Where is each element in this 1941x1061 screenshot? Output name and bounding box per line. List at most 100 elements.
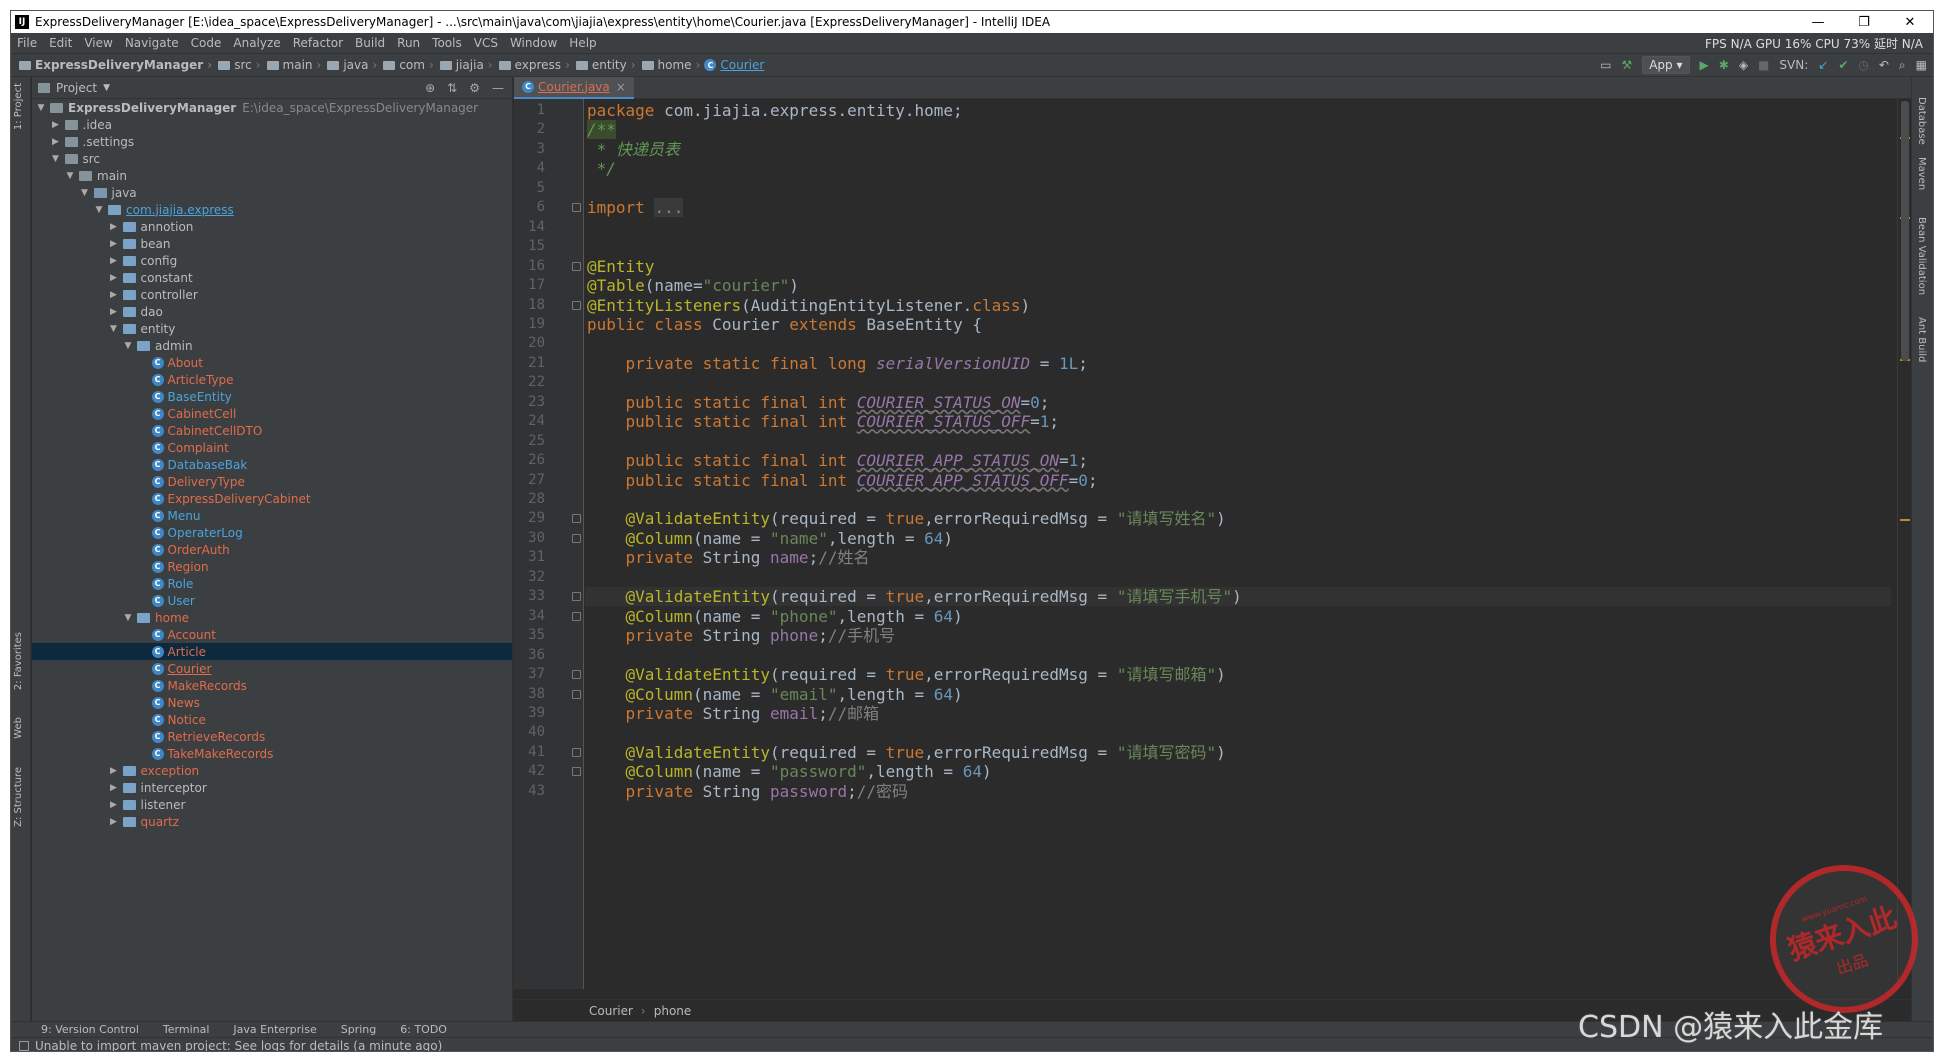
fold-marker-icon[interactable] bbox=[572, 300, 581, 310]
code-line[interactable]: @Entity bbox=[585, 257, 1891, 276]
collapsed-arrow-icon[interactable]: ▶ bbox=[109, 783, 119, 793]
fold-marker-icon[interactable] bbox=[572, 533, 581, 543]
breadcrumb-entity[interactable]: entity › bbox=[574, 58, 636, 72]
code-line[interactable]: public static final int COURIER_STATUS_O… bbox=[585, 393, 1891, 412]
bottom-tab-9-version-control[interactable]: 9: Version Control bbox=[41, 1023, 139, 1036]
bottom-tab-6-todo[interactable]: 6: TODO bbox=[400, 1023, 447, 1036]
run-icon[interactable]: ▶ bbox=[1700, 58, 1709, 72]
menu-item-window[interactable]: Window bbox=[504, 36, 563, 50]
tree-item-config[interactable]: ▶ config bbox=[32, 252, 512, 269]
menu-item-help[interactable]: Help bbox=[563, 36, 602, 50]
tree-item-menu[interactable]: C Menu bbox=[32, 507, 512, 524]
fold-marker-icon[interactable] bbox=[572, 203, 581, 213]
code-line[interactable] bbox=[585, 432, 1891, 451]
tree-item--idea[interactable]: ▶ .idea bbox=[32, 116, 512, 133]
project-title[interactable]: Project bbox=[56, 81, 97, 95]
gear-icon[interactable]: ⚙ bbox=[469, 81, 480, 95]
fold-marker-icon[interactable] bbox=[572, 689, 581, 699]
tree-item-listener[interactable]: ▶ listener bbox=[32, 796, 512, 813]
coverage-icon[interactable]: ◈ bbox=[1739, 58, 1748, 72]
breadcrumb-src[interactable]: src › bbox=[216, 58, 261, 72]
tree-item-operaterlog[interactable]: C OperaterLog bbox=[32, 524, 512, 541]
code-line[interactable]: private String name;//姓名 bbox=[585, 548, 1891, 567]
collapsed-arrow-icon[interactable]: ▶ bbox=[109, 256, 119, 266]
breadcrumb-courier[interactable]: C Courier bbox=[704, 58, 764, 72]
menu-item-view[interactable]: View bbox=[78, 36, 118, 50]
code-line[interactable] bbox=[585, 646, 1891, 665]
code-line[interactable]: @ValidateEntity(required = true,errorReq… bbox=[585, 665, 1891, 684]
tool-tab-3[interactable]: Z: Structure bbox=[13, 767, 24, 827]
fold-marker-icon[interactable] bbox=[572, 592, 581, 602]
status-square-icon[interactable] bbox=[19, 1040, 29, 1051]
stop-icon[interactable]: ■ bbox=[1758, 58, 1769, 72]
fold-marker-icon[interactable] bbox=[572, 670, 581, 680]
code-line[interactable]: @Table(name="courier") bbox=[585, 276, 1891, 295]
tree-item-entity[interactable]: ▼ entity bbox=[32, 320, 512, 337]
chevron-down-icon[interactable]: ▼ bbox=[103, 83, 110, 93]
code-line[interactable] bbox=[585, 568, 1891, 587]
fold-marker-icon[interactable] bbox=[572, 261, 581, 271]
warning-marker[interactable] bbox=[1900, 519, 1910, 521]
tree-item-user[interactable]: C User bbox=[32, 592, 512, 609]
collapsed-arrow-icon[interactable]: ▶ bbox=[109, 273, 119, 283]
window-icon[interactable]: ▭ bbox=[1600, 58, 1611, 72]
run-config-select[interactable]: App ▾ bbox=[1642, 56, 1690, 74]
tree-item-home[interactable]: ▼ home bbox=[32, 609, 512, 626]
tree-item-java[interactable]: ▼ java bbox=[32, 184, 512, 201]
tree-item-admin[interactable]: ▼ admin bbox=[32, 337, 512, 354]
code-line[interactable] bbox=[585, 218, 1891, 237]
collapsed-arrow-icon[interactable]: ▶ bbox=[51, 137, 61, 147]
code-line[interactable] bbox=[585, 334, 1891, 353]
code-line[interactable] bbox=[585, 179, 1891, 198]
tree-item-dao[interactable]: ▶ dao bbox=[32, 303, 512, 320]
expanded-arrow-icon[interactable]: ▼ bbox=[109, 324, 119, 334]
side-tab-0[interactable]: Database bbox=[1916, 97, 1927, 145]
side-tab-2[interactable]: Bean Validation bbox=[1916, 217, 1927, 295]
code-line[interactable] bbox=[585, 237, 1891, 256]
tree-item-src[interactable]: ▼ src bbox=[32, 150, 512, 167]
code-line[interactable] bbox=[585, 490, 1891, 509]
menu-item-build[interactable]: Build bbox=[349, 36, 391, 50]
tree-item-baseentity[interactable]: C BaseEntity bbox=[32, 388, 512, 405]
code-line[interactable]: private static final long serialVersionU… bbox=[585, 354, 1891, 373]
tree-item-databasebak[interactable]: C DatabaseBak bbox=[32, 456, 512, 473]
code-line[interactable]: public static final int COURIER_APP_STAT… bbox=[585, 451, 1891, 470]
tree-item-main[interactable]: ▼ main bbox=[32, 167, 512, 184]
collapsed-arrow-icon[interactable]: ▶ bbox=[109, 766, 119, 776]
side-tab-3[interactable]: Ant Build bbox=[1916, 317, 1927, 362]
collapsed-arrow-icon[interactable]: ▶ bbox=[109, 222, 119, 232]
tree-item-expressdeliverymanager[interactable]: ▼ ExpressDeliveryManager E:\idea_space\Exp… bbox=[32, 99, 512, 116]
fold-marker-icon[interactable] bbox=[572, 514, 581, 524]
tree-item-about[interactable]: C About bbox=[32, 354, 512, 371]
code-line[interactable]: @EntityListeners(AuditingEntityListener.… bbox=[585, 296, 1891, 315]
collapsed-arrow-icon[interactable]: ▶ bbox=[109, 307, 119, 317]
menu-item-file[interactable]: File bbox=[11, 36, 43, 50]
bottom-tab-spring[interactable]: Spring bbox=[341, 1023, 377, 1036]
breadcrumb-expressdeliverymanager[interactable]: ExpressDeliveryManager › bbox=[17, 58, 212, 72]
tree-item-constant[interactable]: ▶ constant bbox=[32, 269, 512, 286]
code-line[interactable]: @ValidateEntity(required = true,errorReq… bbox=[585, 743, 1891, 762]
expanded-arrow-icon[interactable]: ▼ bbox=[36, 103, 46, 113]
collapsed-arrow-icon[interactable]: ▶ bbox=[51, 120, 61, 130]
code-line[interactable]: public class Courier extends BaseEntity … bbox=[585, 315, 1891, 334]
tree-item-complaint[interactable]: C Complaint bbox=[32, 439, 512, 456]
history-icon[interactable]: ◷ bbox=[1858, 58, 1868, 72]
tree-item-news[interactable]: C News bbox=[32, 694, 512, 711]
side-tab-1[interactable]: Maven bbox=[1916, 157, 1927, 190]
code-line[interactable]: import ... bbox=[585, 198, 1891, 218]
locate-icon[interactable]: ⊕ bbox=[425, 81, 435, 95]
tool-tab-2[interactable]: Web bbox=[13, 717, 24, 739]
restore-icon[interactable]: ❐ bbox=[1841, 11, 1887, 33]
code-line[interactable]: @Column(name = "phone",length = 64) bbox=[585, 607, 1891, 626]
breadcrumb-express[interactable]: express › bbox=[497, 58, 570, 72]
bottom-tab-java-enterprise[interactable]: Java Enterprise bbox=[233, 1023, 316, 1036]
tree-item-quartz[interactable]: ▶ quartz bbox=[32, 813, 512, 830]
error-stripe[interactable] bbox=[1897, 99, 1911, 989]
collapsed-arrow-icon[interactable]: ▶ bbox=[109, 800, 119, 810]
editor-crumb[interactable]: phone bbox=[654, 1004, 692, 1018]
bottom-tab-terminal[interactable]: Terminal bbox=[163, 1023, 210, 1036]
menu-item-vcs[interactable]: VCS bbox=[468, 36, 504, 50]
breadcrumb-java[interactable]: java › bbox=[325, 58, 377, 72]
menu-item-code[interactable]: Code bbox=[185, 36, 228, 50]
expanded-arrow-icon[interactable]: ▼ bbox=[65, 171, 75, 181]
